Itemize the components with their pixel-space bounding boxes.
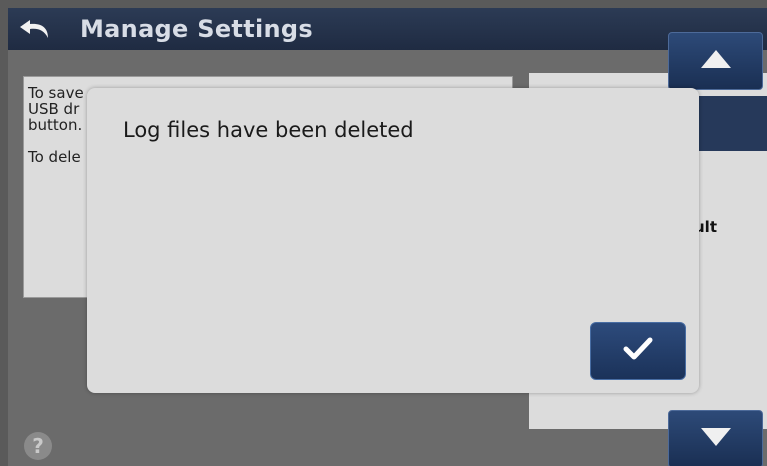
- chevron-up-icon: [700, 50, 731, 72]
- screen: Manage Settings To save USB dr button. T…: [8, 8, 767, 466]
- chevron-down-icon: [700, 428, 731, 450]
- back-arrow-icon[interactable]: [16, 16, 56, 42]
- confirmation-dialog: Log files have been deleted: [87, 88, 699, 393]
- header-bar: Manage Settings: [8, 8, 767, 50]
- ok-button[interactable]: [590, 322, 686, 380]
- help-icon[interactable]: ?: [24, 432, 52, 460]
- scroll-down-button[interactable]: [668, 410, 763, 466]
- scroll-up-button[interactable]: [668, 32, 763, 90]
- page-title: Manage Settings: [80, 15, 313, 43]
- checkmark-icon: [623, 337, 653, 365]
- dialog-message: Log files have been deleted: [123, 118, 414, 142]
